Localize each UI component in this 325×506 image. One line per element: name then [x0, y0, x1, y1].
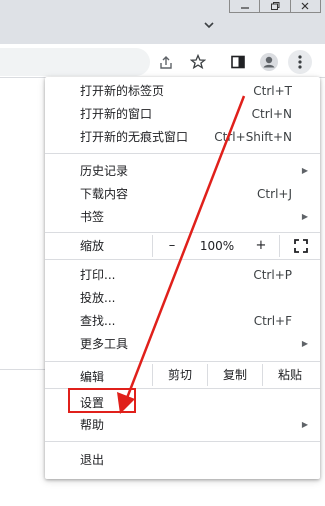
submenu-arrow-icon: ▶ — [301, 339, 308, 348]
menu-item-exit[interactable]: 退出 — [45, 450, 320, 470]
menu-item-label: 下载内容 — [80, 187, 129, 201]
fullscreen-icon — [293, 239, 308, 253]
close-icon — [301, 2, 309, 9]
zoom-row: 缩放 – 100% + — [45, 235, 320, 257]
bookmark-star-button[interactable] — [186, 50, 210, 74]
menu-item-label: 打开新的标签页 — [80, 84, 165, 98]
side-panel-button[interactable] — [226, 50, 250, 74]
kebab-menu-icon — [298, 55, 302, 69]
menu-item-shortcut: Ctrl+T — [253, 84, 292, 98]
menu-item-help[interactable]: 帮助 ▶ — [45, 415, 320, 435]
menu-item-label: 帮助 — [80, 418, 105, 432]
fullscreen-button[interactable] — [280, 235, 321, 257]
submenu-arrow-icon: ▶ — [301, 420, 308, 429]
share-button[interactable] — [154, 50, 178, 74]
menu-separator — [45, 232, 320, 233]
menu-item-incognito[interactable]: 打开新的无痕式窗口 Ctrl+Shift+N — [45, 127, 320, 147]
chrome-main-menu: 打开新的标签页 Ctrl+T 打开新的窗口 Ctrl+N 打开新的无痕式窗口 C… — [45, 77, 320, 479]
submenu-arrow-icon: ▶ — [301, 212, 308, 221]
menu-item-label: 打印... — [80, 268, 116, 282]
menu-item-label: 查找... — [80, 314, 116, 328]
menu-item-label: 更多工具 — [80, 337, 129, 351]
profile-button[interactable] — [257, 50, 281, 74]
menu-separator — [45, 441, 320, 442]
minimize-icon — [240, 6, 249, 9]
copy-button[interactable]: 复制 — [208, 364, 262, 386]
menu-item-find[interactable]: 查找... Ctrl+F — [45, 311, 320, 331]
menu-separator — [45, 361, 320, 362]
zoom-controls: – 100% + — [152, 235, 320, 257]
menu-item-shortcut: Ctrl+N — [251, 107, 292, 121]
minimize-button[interactable] — [230, 0, 261, 12]
window-controls — [229, 0, 321, 13]
page-divider — [0, 369, 45, 370]
share-icon — [160, 56, 172, 69]
menu-item-new-tab[interactable]: 打开新的标签页 Ctrl+T — [45, 81, 320, 101]
menu-item-print[interactable]: 打印... Ctrl+P — [45, 265, 320, 285]
menu-item-label: 书签 — [80, 210, 105, 224]
chrome-menu-button[interactable] — [288, 50, 312, 74]
side-panel-icon — [231, 55, 245, 69]
menu-item-more-tools[interactable]: 更多工具 ▶ — [45, 334, 320, 354]
zoom-label: 缩放 — [80, 239, 105, 253]
menu-item-label: 退出 — [80, 453, 105, 467]
restore-button[interactable] — [260, 0, 291, 12]
menu-item-shortcut: Ctrl+J — [257, 187, 292, 201]
tab-search-button[interactable] — [200, 16, 218, 34]
star-icon — [190, 54, 206, 70]
menu-item-label: 历史记录 — [80, 164, 129, 178]
menu-item-shortcut: Ctrl+F — [253, 314, 292, 328]
menu-item-shortcut: Ctrl+P — [253, 268, 292, 282]
menu-item-shortcut: Ctrl+Shift+N — [214, 130, 292, 144]
profile-icon — [260, 53, 278, 71]
menu-item-new-window[interactable]: 打开新的窗口 Ctrl+N — [45, 104, 320, 124]
menu-item-downloads[interactable]: 下载内容 Ctrl+J — [45, 184, 320, 204]
edit-label: 编辑 — [80, 370, 105, 384]
menu-separator — [45, 153, 320, 154]
menu-item-cast[interactable]: 投放... — [45, 288, 320, 308]
zoom-level: 100% — [199, 239, 235, 253]
settings-highlight-box — [68, 388, 136, 413]
paste-button[interactable]: 粘贴 — [263, 364, 317, 386]
submenu-arrow-icon: ▶ — [301, 166, 308, 175]
menu-separator — [45, 259, 320, 260]
restore-icon — [270, 1, 280, 10]
close-button[interactable] — [291, 0, 320, 12]
zoom-in-button[interactable]: + — [243, 235, 279, 257]
menu-item-history[interactable]: 历史记录 ▶ — [45, 161, 320, 181]
menu-item-label: 打开新的窗口 — [80, 107, 153, 121]
menu-item-label: 打开新的无痕式窗口 — [80, 130, 189, 144]
chevron-down-icon — [204, 22, 214, 29]
zoom-out-button[interactable]: – — [153, 235, 191, 257]
menu-item-bookmarks[interactable]: 书签 ▶ — [45, 207, 320, 227]
address-bar[interactable] — [0, 48, 150, 76]
cut-button[interactable]: 剪切 — [153, 364, 207, 386]
edit-row: 编辑 剪切 复制 粘贴 — [45, 364, 320, 386]
menu-item-label: 投放... — [80, 291, 116, 305]
